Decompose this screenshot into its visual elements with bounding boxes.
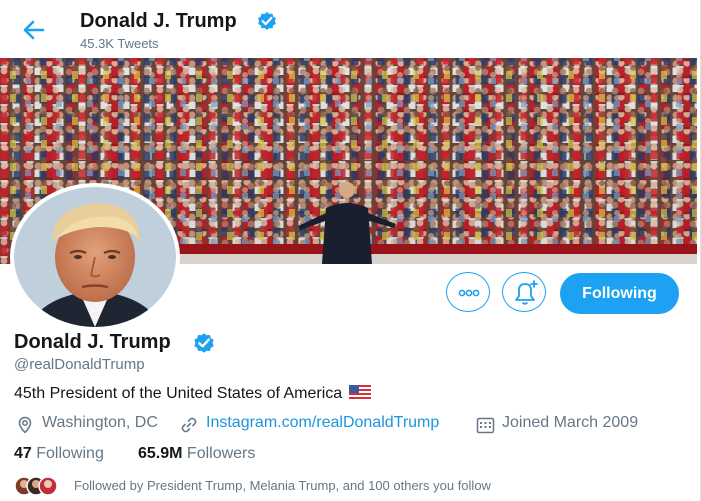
followers-count: 65.9M (138, 445, 183, 462)
more-options-button[interactable] (446, 272, 490, 312)
back-button[interactable] (18, 16, 48, 44)
verified-badge-icon (258, 12, 276, 30)
following-label: Following (36, 445, 104, 462)
profile-website-link[interactable]: Instagram.com/realDonaldTrump (206, 414, 439, 431)
profile-name: Donald J. Trump (14, 331, 171, 353)
us-flag-icon (348, 385, 371, 399)
profile-avatar[interactable] (10, 183, 180, 331)
header-title: Donald J. Trump (80, 10, 237, 32)
calendar-icon (476, 417, 495, 434)
location-pin-icon (18, 416, 32, 434)
avatar-portrait-image (14, 187, 176, 327)
follower-avatars (14, 476, 58, 496)
profile-bio-text: 45th President of the United States of A… (14, 385, 343, 402)
profile-handle: @realDonaldTrump (14, 356, 145, 373)
verified-badge-icon (194, 333, 214, 353)
notifications-button[interactable] (502, 272, 546, 312)
profile-location-text: Washington, DC (42, 414, 158, 431)
followers-stat[interactable]: 65.9M Followers (138, 445, 255, 463)
followed-by-row[interactable]: Followed by President Trump, Melania Tru… (14, 474, 694, 496)
profile-bio: 45th President of the United States of A… (14, 385, 371, 403)
profile-website[interactable]: Instagram.com/realDonaldTrump (180, 414, 439, 433)
link-icon (181, 417, 197, 433)
followed-by-text: Followed by President Trump, Melania Tru… (74, 478, 491, 493)
profile-joined: Joined March 2009 (476, 414, 639, 434)
bell-plus-icon (515, 280, 538, 305)
following-stat[interactable]: 47 Following (14, 445, 104, 463)
tweet-count: 45.3K Tweets (80, 36, 159, 51)
profile-joined-text: Joined March 2009 (502, 414, 639, 431)
arrow-left-icon (23, 20, 45, 40)
profile-header: Donald J. Trump 45.3K Tweets (0, 0, 701, 58)
following-count: 47 (14, 445, 32, 462)
followers-label: Followers (186, 445, 256, 462)
profile-location: Washington, DC (16, 414, 158, 434)
following-button[interactable]: Following (560, 273, 679, 314)
more-icon (458, 289, 480, 297)
